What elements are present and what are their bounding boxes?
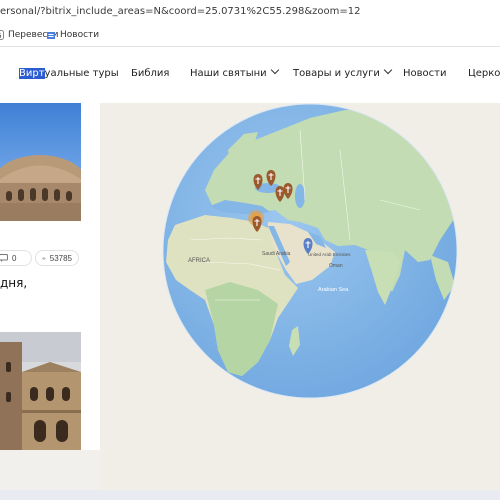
nav-goods-services[interactable]: Товары и услуги [293, 65, 393, 79]
map-label-saudi: Saudi Arabia [262, 251, 291, 257]
bookmark-news[interactable]: Новости [46, 30, 99, 40]
comment-icon [0, 254, 8, 262]
map-widget[interactable]: AFRICA Saudi Arabia Arabian Sea United A… [100, 103, 500, 490]
svg-text:G: G [0, 32, 1, 40]
browser-address-bar[interactable]: ersonal/?bitrix_include_areas=N&coord=25… [0, 0, 500, 26]
caspian-sea [295, 184, 305, 208]
nav-label: уальные туры [44, 68, 119, 79]
nav-our-shrines[interactable]: Наши святыни [190, 65, 279, 79]
nav-bible[interactable]: Библия [131, 68, 169, 79]
map-label-arabian-sea: Arabian Sea [318, 287, 349, 293]
translate-icon: G [0, 30, 4, 40]
map-label-oman: Oman [329, 263, 343, 269]
nav-news[interactable]: Новости [403, 68, 446, 79]
bookmark-label: Новости [60, 30, 100, 40]
nav-label: Товары и услуги [293, 68, 380, 79]
views-value: 53785 [49, 253, 72, 263]
article-list: 0 53785 дня, [0, 103, 100, 450]
url-text[interactable]: ersonal/?bitrix_include_areas=N&coord=25… [0, 6, 360, 17]
map-label-uae: United Arab Emirates [308, 252, 351, 257]
eye-icon [42, 256, 46, 260]
article-photo[interactable] [0, 103, 81, 221]
nav-church[interactable]: Церков [468, 68, 500, 79]
nav-virtual-tours[interactable]: Виртуальные туры [19, 68, 119, 79]
taskbar [0, 490, 500, 500]
selected-text: Вирт [19, 68, 45, 79]
globe[interactable] [162, 103, 470, 399]
comments-count: 0 [0, 250, 32, 266]
nav-label: Наши святыни [190, 68, 267, 79]
comments-value: 0 [12, 253, 17, 263]
article-photo[interactable] [0, 332, 81, 450]
views-count: 53785 [35, 250, 79, 266]
chevron-down-icon [383, 65, 393, 75]
news-icon [46, 30, 56, 40]
article-title[interactable]: дня, [0, 276, 27, 291]
bookmarks-bar: G Перевести Новости [0, 26, 500, 47]
map-label-africa: AFRICA [188, 258, 210, 264]
site-navigation: Виртуальные туры Библия Наши святыни Тов… [0, 47, 500, 103]
chevron-down-icon [270, 65, 279, 75]
